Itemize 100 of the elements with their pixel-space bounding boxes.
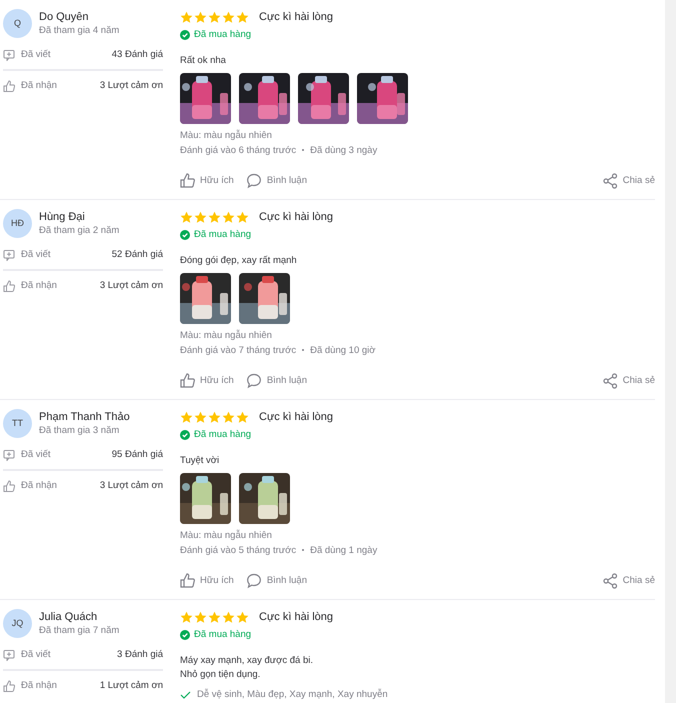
- star-icon: [194, 10, 207, 24]
- review-icon: [3, 249, 15, 261]
- stat-label: Đã nhận: [21, 478, 57, 493]
- star-icon: [222, 10, 235, 24]
- helpful-button[interactable]: Hữu ích: [180, 573, 234, 588]
- star-icon: [208, 210, 221, 224]
- usage-time: Đã dùng 3 ngày: [310, 144, 378, 158]
- join-date: Đã tham gia 2 năm: [39, 224, 120, 237]
- comment-icon: [246, 172, 262, 189]
- check-icon: [180, 690, 191, 700]
- user-name: Do Quyên: [39, 10, 90, 24]
- verified-label: Đã mua hàng: [194, 228, 252, 242]
- stat-label: Đã viết: [21, 448, 51, 462]
- star-icon: [236, 610, 249, 624]
- avatar: Q: [3, 9, 32, 38]
- comment-button[interactable]: Bình luận: [246, 572, 307, 589]
- stat-value: 1 Lượt cảm ơn: [100, 678, 163, 693]
- share-button[interactable]: Chia sẻ: [602, 572, 655, 589]
- stat-label: Đã nhận: [21, 278, 57, 293]
- stat-value: 3 Lượt cảm ơn: [100, 78, 163, 93]
- stat-label: Đã nhận: [21, 78, 57, 93]
- verified-label: Đã mua hàng: [194, 628, 252, 642]
- star-icon: [194, 610, 207, 624]
- star-icon: [180, 410, 193, 424]
- star-icon: [236, 10, 249, 24]
- join-date: Đã tham gia 3 năm: [39, 424, 120, 437]
- review-text: Máy xay mạnh, xay được đá bi.: [180, 654, 314, 668]
- star-icon: [222, 210, 235, 224]
- rating-text: Cực kì hài lòng: [259, 10, 334, 25]
- check-icon: [180, 430, 190, 440]
- verified-label: Đã mua hàng: [194, 28, 252, 42]
- stat-label: Đã viết: [21, 648, 51, 662]
- star-icon: [236, 210, 249, 224]
- star-icon: [180, 210, 193, 224]
- avatar: HĐ: [3, 209, 32, 238]
- rating-text: Cực kì hài lòng: [259, 610, 334, 625]
- tag-list: Dễ vệ sinh, Màu đẹp, Xay mạnh, Xay nhuyễn: [197, 688, 388, 702]
- star-icon: [236, 410, 249, 424]
- review-icon: [3, 449, 15, 461]
- star-icon: [180, 10, 193, 24]
- review-text: Đóng gói đẹp, xay rất mạnh: [180, 254, 298, 268]
- comment-button[interactable]: Bình luận: [246, 372, 307, 389]
- helpful-button[interactable]: Hữu ích: [180, 173, 234, 188]
- join-date: Đã tham gia 7 năm: [39, 624, 120, 637]
- share-button[interactable]: Chia sẻ: [602, 172, 655, 189]
- review-date: Đánh giá vào 7 tháng trước: [180, 344, 296, 358]
- user-name: Phạm Thanh Thảo: [39, 410, 130, 424]
- variant-text: Màu: màu ngẫu nhiên: [180, 328, 273, 343]
- check-icon: [180, 30, 190, 40]
- review-date: Đánh giá vào 6 tháng trước: [180, 144, 296, 158]
- comment-icon: [246, 572, 262, 589]
- star-icon: [194, 410, 207, 424]
- thumbs-up-icon: [180, 373, 195, 388]
- stat-label: Đã viết: [21, 248, 51, 262]
- verified-label: Đã mua hàng: [194, 428, 252, 442]
- stat-value: 3 Đánh giá: [117, 648, 163, 662]
- stat-label: Đã viết: [21, 48, 51, 62]
- rating-text: Cực kì hài lòng: [259, 410, 334, 425]
- variant-text: Màu: màu ngẫu nhiên: [180, 128, 273, 143]
- avatar: TT: [3, 409, 32, 438]
- check-icon: [180, 630, 190, 640]
- review-text: Tuyệt vời: [180, 454, 220, 468]
- thumbs-up-icon: [3, 80, 15, 92]
- usage-time: Đã dùng 10 giờ: [310, 344, 376, 358]
- stat-value: 52 Đánh giá: [112, 248, 163, 262]
- review-text: Nhỏ gọn tiện dụng.: [180, 668, 262, 682]
- comment-icon: [246, 372, 262, 389]
- review-date: Đánh giá vào 5 tháng trước: [180, 544, 296, 558]
- star-icon: [180, 610, 193, 624]
- share-icon: [602, 372, 618, 389]
- review-icon: [3, 649, 15, 661]
- star-icon: [208, 10, 221, 24]
- share-icon: [602, 172, 618, 189]
- thumbs-up-icon: [3, 680, 15, 692]
- helpful-button[interactable]: Hữu ích: [180, 373, 234, 388]
- avatar: JQ: [3, 609, 32, 638]
- user-name: Julia Quách: [39, 610, 98, 624]
- comment-button[interactable]: Bình luận: [246, 172, 307, 189]
- star-icon: [208, 410, 221, 424]
- star-icon: [222, 610, 235, 624]
- usage-time: Đã dùng 1 ngày: [310, 544, 378, 558]
- star-icon: [194, 210, 207, 224]
- user-name: Hùng Đại: [39, 210, 86, 224]
- review-text: Rất ok nha: [180, 54, 227, 68]
- join-date: Đã tham gia 4 năm: [39, 24, 120, 37]
- stat-value: 95 Đánh giá: [112, 448, 163, 462]
- share-icon: [602, 572, 618, 589]
- share-button[interactable]: Chia sẻ: [602, 372, 655, 389]
- thumbs-up-icon: [3, 480, 15, 492]
- check-icon: [180, 230, 190, 240]
- review-icon: [3, 49, 15, 61]
- stat-value: 3 Lượt cảm ơn: [100, 278, 163, 293]
- stat-label: Đã nhận: [21, 678, 57, 693]
- star-icon: [222, 410, 235, 424]
- thumbs-up-icon: [180, 173, 195, 188]
- thumbs-up-icon: [3, 280, 15, 292]
- star-icon: [208, 610, 221, 624]
- rating-text: Cực kì hài lòng: [259, 210, 334, 225]
- thumbs-up-icon: [180, 573, 195, 588]
- variant-text: Màu: màu ngẫu nhiên: [180, 528, 273, 543]
